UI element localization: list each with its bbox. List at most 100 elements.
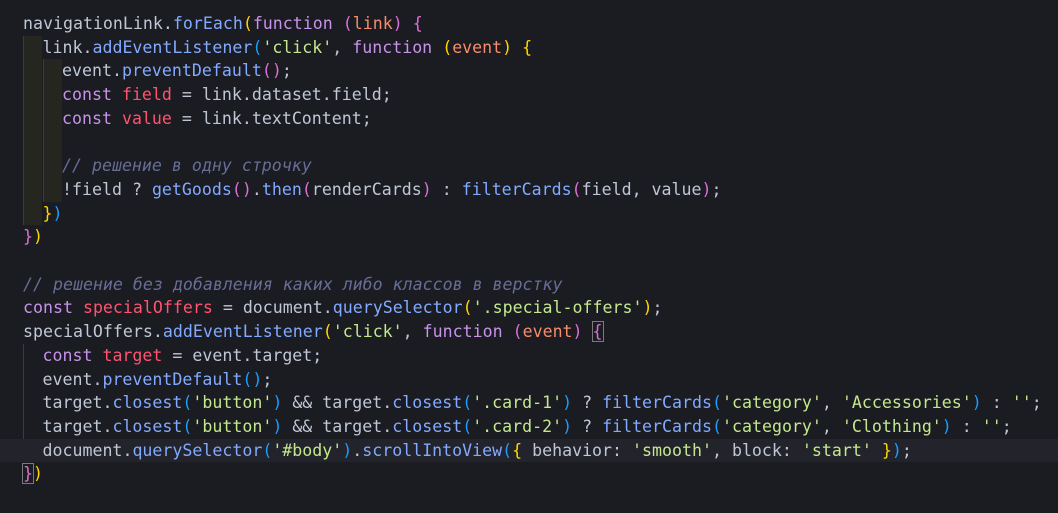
code-line[interactable]: }) bbox=[0, 225, 1058, 248]
code-token: 'click' bbox=[262, 37, 333, 57]
code-token: specialOffers bbox=[23, 322, 153, 342]
code-token: ) bbox=[33, 464, 43, 484]
code-token: : bbox=[431, 179, 462, 199]
code-line[interactable]: const specialOffers = document.querySele… bbox=[0, 296, 1058, 319]
code-token: , bbox=[332, 37, 353, 57]
code-token: document bbox=[242, 298, 323, 318]
code-token: ) bbox=[272, 416, 283, 436]
code-token: '.card-1' bbox=[472, 393, 563, 413]
code-token: '.special-offers' bbox=[472, 298, 643, 318]
code-line[interactable]: link.addEventListener('click', function … bbox=[0, 36, 1058, 59]
code-token: querySelector bbox=[132, 440, 263, 460]
code-token: ( bbox=[252, 37, 263, 57]
code-token: . bbox=[102, 393, 113, 413]
code-token: filterCards bbox=[602, 393, 712, 413]
code-token: renderCards bbox=[311, 179, 422, 199]
code-text: specialOffers.addEventListener('click', … bbox=[23, 320, 604, 343]
code-token: ) bbox=[272, 393, 283, 413]
code-line[interactable]: }) bbox=[0, 462, 1058, 485]
code-line[interactable] bbox=[0, 249, 1058, 272]
code-text: }) bbox=[23, 225, 43, 248]
code-token: , bbox=[821, 393, 842, 413]
code-token: field bbox=[331, 85, 382, 105]
code-token: function bbox=[252, 14, 333, 33]
code-token: } bbox=[42, 203, 53, 223]
code-token: block: bbox=[731, 440, 802, 460]
code-token: ( bbox=[342, 14, 353, 33]
code-token: '' bbox=[981, 416, 1002, 436]
code-editor[interactable]: navigationLink.forEach(function (link) {… bbox=[0, 0, 1058, 513]
code-token: ; bbox=[312, 345, 323, 365]
code-token: event bbox=[452, 37, 503, 57]
code-token: // решение в одну строчку bbox=[62, 156, 312, 176]
code-line[interactable]: !field ? getGoods().then(renderCards) : … bbox=[0, 178, 1058, 201]
code-text: target.closest('button') && target.close… bbox=[43, 415, 1012, 438]
code-token: ; bbox=[381, 85, 392, 105]
code-token: closest bbox=[392, 416, 463, 436]
code-token: document bbox=[42, 440, 123, 460]
code-line[interactable]: const target = event.target; bbox=[0, 344, 1058, 367]
code-token: . bbox=[322, 298, 333, 318]
code-text: navigationLink.forEach(function (link) { bbox=[23, 12, 423, 35]
code-token: ; bbox=[711, 179, 722, 199]
code-token: specialOffers bbox=[82, 298, 213, 318]
code-token: ) bbox=[562, 393, 573, 413]
code-line[interactable]: const field = link.dataset.field; bbox=[0, 83, 1058, 106]
code-line[interactable]: document.querySelector('#body').scrollIn… bbox=[0, 438, 1058, 462]
code-line[interactable]: event.preventDefault(); bbox=[0, 59, 1058, 82]
code-token: = bbox=[162, 345, 193, 365]
code-token: function bbox=[352, 37, 433, 57]
code-line[interactable]: const value = link.textContent; bbox=[0, 107, 1058, 130]
code-token: , bbox=[821, 416, 842, 436]
code-line[interactable] bbox=[0, 131, 1058, 154]
code-token: . bbox=[111, 61, 122, 81]
code-token: ( bbox=[462, 393, 473, 413]
code-token: ; bbox=[262, 369, 273, 389]
code-token: . bbox=[241, 85, 252, 105]
code-line[interactable]: }) bbox=[0, 202, 1058, 225]
code-token: event bbox=[192, 345, 243, 365]
code-token: ; bbox=[652, 298, 663, 318]
code-token: . bbox=[321, 85, 332, 105]
code-line[interactable]: // решение без добавления каких либо кла… bbox=[0, 273, 1058, 296]
code-token: ; bbox=[901, 440, 912, 460]
code-line[interactable]: target.closest('button') && target.close… bbox=[0, 415, 1058, 438]
code-token: const bbox=[23, 298, 73, 318]
code-token: ) bbox=[562, 416, 573, 436]
code-token: { bbox=[512, 440, 523, 460]
code-token: const bbox=[42, 345, 93, 365]
code-token: 'button' bbox=[192, 393, 273, 413]
code-line[interactable]: event.preventDefault(); bbox=[0, 368, 1058, 391]
code-token: 'smooth' bbox=[632, 440, 712, 460]
code-token: } bbox=[23, 227, 33, 247]
code-text: const value = link.textContent; bbox=[62, 107, 372, 130]
code-token: && bbox=[282, 416, 323, 436]
code-line[interactable]: navigationLink.forEach(function (link) { bbox=[0, 12, 1058, 35]
code-token: 'click' bbox=[332, 322, 403, 342]
code-token: ( bbox=[462, 298, 473, 318]
code-token: target bbox=[102, 345, 163, 365]
code-token: preventDefault bbox=[121, 61, 262, 81]
code-token: target bbox=[322, 416, 383, 436]
code-token: ) bbox=[642, 298, 653, 318]
code-token: ; bbox=[281, 61, 292, 81]
code-text: link.addEventListener('click', function … bbox=[43, 36, 533, 59]
code-token: link bbox=[201, 108, 242, 128]
code-token: then bbox=[261, 179, 302, 199]
code-token: target bbox=[42, 416, 103, 436]
code-line[interactable]: specialOffers.addEventListener('click', … bbox=[0, 320, 1058, 343]
code-line[interactable]: // решение в одну строчку bbox=[0, 154, 1058, 177]
code-token: ) bbox=[33, 227, 43, 247]
code-line[interactable]: target.closest('button') && target.close… bbox=[0, 391, 1058, 414]
code-token: ( bbox=[712, 416, 722, 436]
code-text: const field = link.dataset.field; bbox=[62, 83, 392, 106]
code-token: . bbox=[241, 108, 252, 128]
code-text: // решение без добавления каких либо кла… bbox=[23, 273, 562, 296]
code-token: ? bbox=[572, 393, 603, 413]
code-token: ) bbox=[502, 37, 513, 57]
